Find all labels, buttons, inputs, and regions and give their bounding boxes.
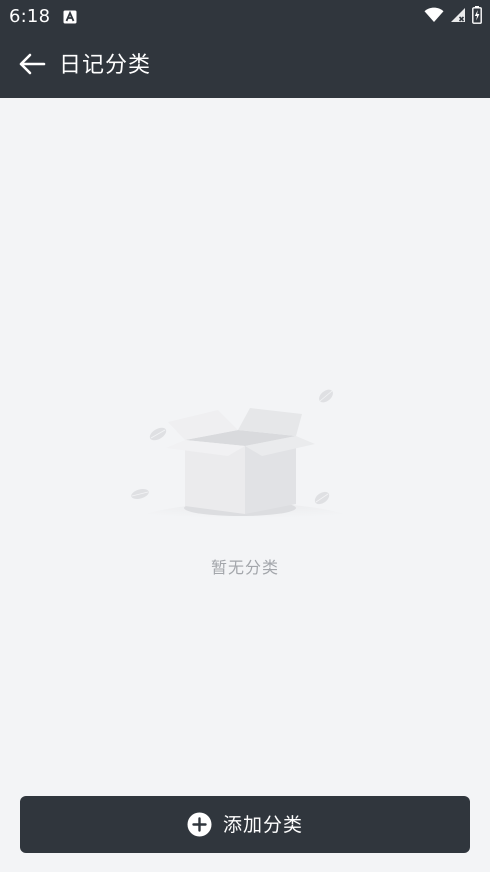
status-time: 6:18: [9, 6, 51, 27]
status-bar: 6:18: [0, 0, 490, 34]
add-category-label: 添加分类: [222, 813, 303, 836]
wifi-icon: [424, 7, 444, 27]
battery-charging-icon: [472, 6, 482, 28]
plus-circle-icon: [187, 812, 212, 837]
status-icons: [424, 6, 482, 28]
content-area: 暂无分类: [0, 98, 490, 872]
signal-no-data-icon: [450, 7, 466, 27]
add-category-button[interactable]: 添加分类: [20, 796, 470, 853]
empty-message: 暂无分类: [210, 558, 279, 577]
arrow-left-icon: [18, 52, 46, 80]
back-button[interactable]: [12, 48, 52, 84]
page-title: 日记分类: [59, 53, 152, 78]
accessibility-a-icon: [63, 9, 77, 24]
empty-box-illustration: [110, 384, 380, 534]
app-bar: 日记分类: [0, 34, 490, 98]
